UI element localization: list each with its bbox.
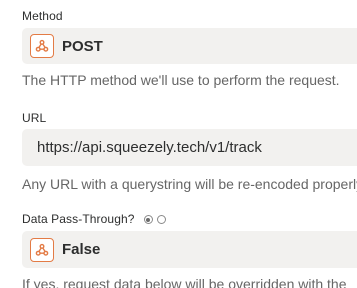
- method-help-text: The HTTP method we'll use to perform the…: [22, 72, 340, 88]
- webhook-form: Method POST The HTTP method we'll use to…: [0, 0, 357, 288]
- pass-through-help-text: If yes, request data below will be overr…: [22, 276, 347, 288]
- url-label: URL: [22, 111, 47, 125]
- pass-through-label: Data Pass-Through?: [22, 212, 135, 226]
- webhook-icon: [30, 237, 54, 262]
- pass-through-value: False: [62, 241, 101, 258]
- url-help-text: Any URL with a querystring will be re-en…: [22, 176, 357, 192]
- pass-through-label-row: Data Pass-Through?: [22, 212, 170, 226]
- method-value: POST: [62, 37, 103, 55]
- method-label: Method: [22, 9, 63, 23]
- url-value: https://api.squeezely.tech/v1/track: [37, 139, 262, 156]
- pass-through-select[interactable]: False: [22, 231, 357, 268]
- method-select[interactable]: POST: [22, 28, 357, 64]
- url-input[interactable]: https://api.squeezely.tech/v1/track: [22, 129, 357, 166]
- pass-through-radio-unselected[interactable]: [156, 215, 166, 225]
- pass-through-radio-selected[interactable]: [143, 215, 153, 225]
- webhook-icon: [30, 34, 54, 58]
- pass-through-radio-group: [143, 215, 170, 225]
